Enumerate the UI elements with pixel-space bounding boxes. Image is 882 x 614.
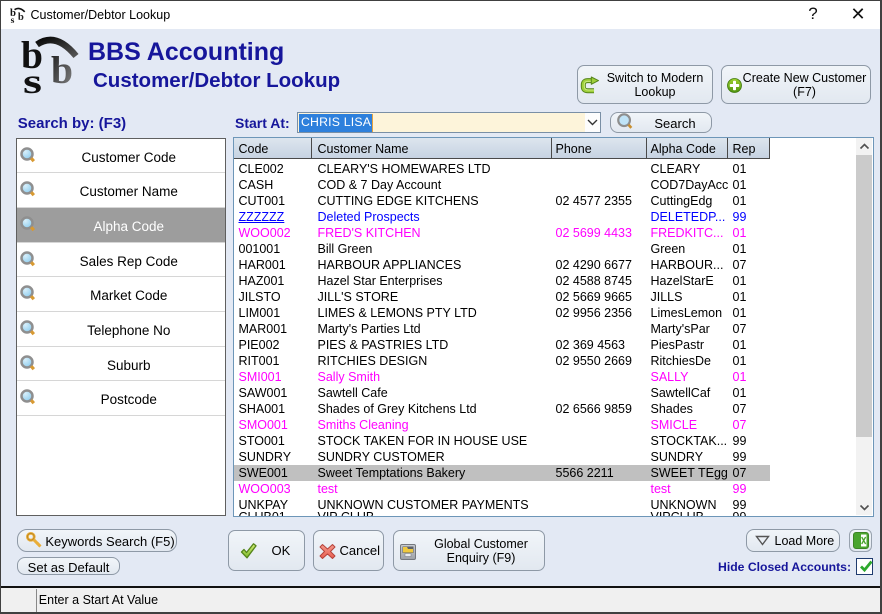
svg-text:s: s bbox=[23, 62, 42, 101]
svg-text:b: b bbox=[51, 49, 73, 92]
svg-text:s: s bbox=[11, 16, 15, 26]
svg-text:b: b bbox=[18, 12, 24, 23]
